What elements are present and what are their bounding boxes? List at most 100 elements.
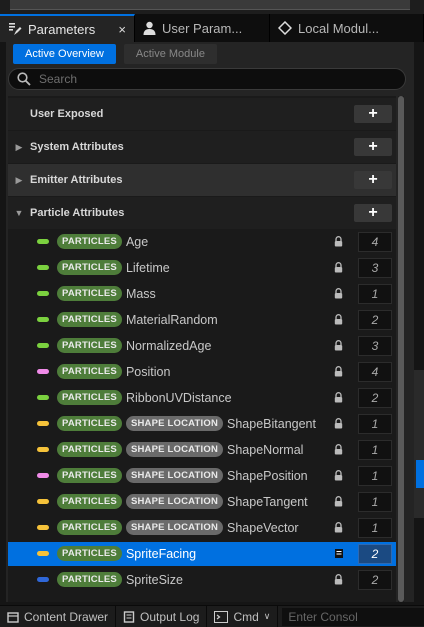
tab-parameters[interactable]: Parameters × (0, 14, 135, 42)
category-emitter-attributes[interactable]: ▶ Emitter Attributes + (8, 164, 396, 196)
parameter-row[interactable]: PARTICLES Lifetime 3 (8, 256, 396, 280)
parameter-name: Position (125, 364, 171, 379)
content-drawer-button[interactable]: Content Drawer (0, 605, 117, 627)
search-input[interactable]: Search (8, 68, 406, 90)
parameter-name: Age (125, 234, 149, 249)
add-parameter-button[interactable]: + (354, 204, 392, 222)
category-label: User Exposed (30, 108, 104, 120)
reference-count: 3 (358, 336, 392, 356)
parameter-row[interactable]: PARTICLES MaterialRandom 2 (8, 308, 396, 332)
particles-namespace-badge: PARTICLES (57, 494, 122, 509)
lock-icon[interactable] (334, 418, 343, 432)
terminal-icon (214, 610, 229, 623)
lock-icon[interactable] (334, 522, 343, 536)
parameters-icon (9, 23, 22, 35)
shape-location-badge: SHAPE LOCATION (125, 494, 224, 509)
reference-count: 2 (358, 310, 392, 330)
parameter-row[interactable]: PARTICLES Position 4 (8, 360, 396, 384)
parameter-name: Lifetime (125, 260, 170, 275)
parameter-row[interactable]: PARTICLES SHAPE LOCATION ShapeBitangent 1 (8, 412, 396, 436)
lock-icon[interactable] (334, 392, 343, 406)
reference-count: 4 (358, 232, 392, 252)
parameter-name: ShapeTangent (227, 494, 308, 509)
module-icon (278, 21, 292, 35)
particles-namespace-badge: PARTICLES (57, 442, 122, 457)
lock-icon[interactable] (334, 574, 343, 588)
lock-icon[interactable] (334, 340, 343, 354)
parameter-row[interactable]: PARTICLES SpriteFacing 2 (8, 542, 396, 566)
reference-count: 4 (358, 362, 392, 382)
reference-count: 3 (358, 258, 392, 278)
type-color-pill (37, 499, 49, 504)
chevron-down-icon[interactable]: ▼ (8, 208, 30, 218)
reference-count: 2 (358, 570, 392, 590)
chevron-right-icon[interactable]: ▶ (8, 142, 30, 153)
parameter-row[interactable]: PARTICLES Age 4 (8, 230, 396, 254)
particles-namespace-badge: PARTICLES (57, 572, 122, 587)
parameter-row[interactable]: PARTICLES SHAPE LOCATION ShapeTangent 1 (8, 490, 396, 514)
tab-label: Parameters (28, 21, 96, 37)
category-user-exposed[interactable]: User Exposed + (8, 98, 396, 130)
scrollbar-thumb[interactable] (398, 96, 404, 602)
type-color-pill (37, 577, 49, 582)
category-system-attributes[interactable]: ▶ System Attributes + (8, 131, 396, 163)
parameter-row[interactable]: PARTICLES Mass 1 (8, 282, 396, 306)
particles-namespace-badge: PARTICLES (57, 546, 122, 561)
reference-count: 1 (358, 466, 392, 486)
particles-namespace-badge: PARTICLES (57, 260, 122, 275)
parameter-name: MaterialRandom (125, 312, 218, 327)
lock-icon[interactable] (334, 314, 343, 328)
type-color-pill (37, 421, 49, 426)
type-color-pill (37, 525, 49, 530)
edit-icon[interactable] (334, 548, 344, 562)
parameter-row[interactable]: PARTICLES SHAPE LOCATION ShapeNormal 1 (8, 438, 396, 462)
parameter-name: ShapeNormal (227, 442, 304, 457)
chevron-right-icon[interactable]: ▶ (8, 175, 30, 186)
adjacent-panel-edge (414, 370, 424, 518)
type-color-pill (37, 343, 49, 348)
parameter-name: NormalizedAge (125, 338, 212, 353)
parameter-row[interactable]: PARTICLES NormalizedAge 3 (8, 334, 396, 358)
add-parameter-button[interactable]: + (354, 171, 392, 189)
tab-label: Local Modul... (298, 20, 379, 36)
output-log-button[interactable]: Output Log (116, 605, 208, 627)
lock-icon[interactable] (334, 262, 343, 276)
tab-user-parameters[interactable]: User Param... (135, 14, 270, 42)
lock-icon[interactable] (334, 444, 343, 458)
lock-icon[interactable] (334, 236, 343, 250)
console-input[interactable]: Enter Consol (282, 607, 424, 626)
reference-count: 2 (358, 544, 392, 564)
category-particle-attributes[interactable]: ▼ Particle Attributes + (8, 197, 396, 229)
add-parameter-button[interactable]: + (354, 105, 392, 123)
lock-icon[interactable] (334, 366, 343, 380)
active-module-toggle[interactable]: Active Module (123, 44, 217, 64)
close-icon[interactable]: × (118, 22, 126, 37)
parameter-row[interactable]: PARTICLES SHAPE LOCATION ShapePosition 1 (8, 464, 396, 488)
scrollbar[interactable] (398, 96, 404, 602)
add-parameter-button[interactable]: + (354, 138, 392, 156)
shape-location-badge: SHAPE LOCATION (125, 468, 224, 483)
tab-bar: Parameters × User Param... Local Modul..… (0, 14, 424, 42)
chevron-down-icon: ∨ (263, 611, 271, 621)
tab-local-modules[interactable]: Local Modul... (270, 14, 424, 42)
lock-icon[interactable] (334, 496, 343, 510)
reference-count: 2 (358, 388, 392, 408)
parameter-row[interactable]: PARTICLES SHAPE LOCATION ShapeVector 1 (8, 516, 396, 540)
parameter-row[interactable]: PARTICLES RibbonUVDistance 2 (8, 386, 396, 410)
type-color-pill (37, 473, 49, 478)
type-color-pill (37, 239, 49, 244)
console-placeholder: Enter Consol (288, 609, 358, 624)
lock-icon[interactable] (334, 288, 343, 302)
type-color-pill (37, 395, 49, 400)
particles-namespace-badge: PARTICLES (57, 390, 122, 405)
content-drawer-icon (7, 611, 19, 623)
active-overview-toggle[interactable]: Active Overview (13, 44, 116, 64)
cmd-dropdown[interactable]: Cmd ∨ (207, 605, 279, 627)
type-color-pill (37, 369, 49, 374)
content-drawer-label: Content Drawer (24, 609, 109, 624)
type-color-pill (37, 317, 49, 322)
lock-icon[interactable] (334, 470, 343, 484)
reference-count: 1 (358, 284, 392, 304)
particles-namespace-badge: PARTICLES (57, 312, 122, 327)
parameter-row[interactable]: PARTICLES SpriteSize 2 (8, 568, 396, 592)
